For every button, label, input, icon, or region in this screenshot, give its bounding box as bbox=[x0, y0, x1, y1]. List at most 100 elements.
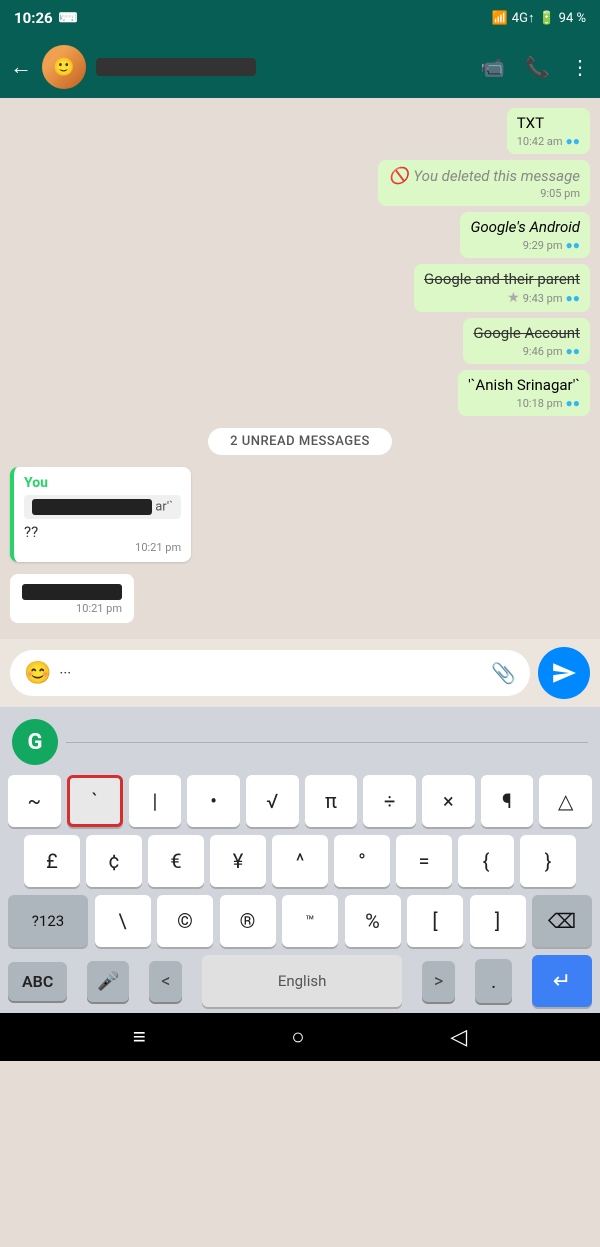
keyboard-row-3: ?123 \ © ® ™ % [ ] ⌫ bbox=[0, 891, 600, 951]
nav-circle-icon[interactable]: ○ bbox=[291, 1024, 304, 1050]
message-bubble[interactable]: TXT 10:42 am ●● bbox=[507, 108, 590, 154]
key-cent[interactable]: ¢ bbox=[86, 835, 142, 887]
message-bubble-deleted[interactable]: 🚫 You deleted this message 9:05 pm bbox=[378, 160, 590, 206]
key-mic[interactable]: 🎤 bbox=[87, 961, 129, 1002]
key-tilde[interactable]: ~ bbox=[8, 775, 61, 827]
key-para[interactable]: ¶ bbox=[481, 775, 534, 827]
read-ticks: ●● bbox=[566, 134, 581, 148]
phone-icon[interactable]: 📞 bbox=[525, 55, 550, 79]
redacted-message bbox=[22, 584, 122, 600]
message-input-text[interactable]: ··· bbox=[59, 664, 483, 682]
battery-percent: 94 % bbox=[559, 11, 586, 26]
top-bar-actions: 📹 📞 ⋮ bbox=[480, 55, 590, 79]
contact-name-block[interactable] bbox=[96, 58, 470, 76]
send-button[interactable] bbox=[538, 647, 590, 699]
nav-home-icon[interactable]: ≡ bbox=[133, 1024, 146, 1050]
message-text: TXT bbox=[517, 114, 544, 132]
key-rbrace[interactable]: } bbox=[520, 835, 576, 887]
unread-divider: 2 UNREAD MESSAGES bbox=[10, 428, 590, 455]
key-equals[interactable]: = bbox=[396, 835, 452, 887]
message-row: TXT 10:42 am ●● bbox=[10, 108, 590, 154]
message-time: 9:46 pm bbox=[523, 345, 563, 358]
key-pound[interactable]: £ bbox=[24, 835, 80, 887]
message-row: Google's Android 9:29 pm ●● bbox=[10, 212, 590, 258]
key-123[interactable]: ?123 bbox=[8, 895, 88, 947]
input-area: 😊 ··· 📎 bbox=[0, 639, 600, 707]
message-time: 10:42 am bbox=[517, 135, 563, 148]
chat-area: TXT 10:42 am ●● 🚫 You deleted this messa… bbox=[0, 98, 600, 639]
key-lbracket[interactable]: [ bbox=[407, 895, 463, 947]
more-options-icon[interactable]: ⋮ bbox=[570, 55, 590, 79]
key-enter[interactable]: ↵ bbox=[532, 955, 592, 1007]
nav-back-icon[interactable]: ◁ bbox=[450, 1025, 467, 1050]
reply-quoted-content: ar'` bbox=[24, 495, 181, 519]
message-bubble[interactable]: Google and their parent ★ 9:43 pm ●● bbox=[414, 264, 590, 312]
reply-time: 10:21 pm bbox=[135, 541, 181, 554]
key-registered[interactable]: ® bbox=[220, 895, 276, 947]
key-caret[interactable]: ^ bbox=[272, 835, 328, 887]
reply-author: You bbox=[24, 475, 181, 491]
back-button[interactable]: ← bbox=[10, 54, 32, 80]
key-triangle[interactable]: △ bbox=[539, 775, 592, 827]
message-row: 10:21 pm bbox=[10, 574, 590, 623]
key-times[interactable]: × bbox=[422, 775, 475, 827]
keyboard-divider bbox=[66, 742, 588, 743]
keyboard-row-1: ~ ` | • √ π ÷ × ¶ △ bbox=[0, 771, 600, 831]
message-bubble-redacted[interactable]: 10:21 pm bbox=[10, 574, 134, 623]
message-row: Google Account 9:46 pm ●● bbox=[10, 318, 590, 364]
nav-bar: ≡ ○ ◁ bbox=[0, 1013, 600, 1061]
key-period[interactable]: . bbox=[475, 959, 512, 1003]
key-abc[interactable]: ABC bbox=[8, 962, 67, 1001]
key-div[interactable]: ÷ bbox=[363, 775, 416, 827]
key-euro[interactable]: € bbox=[148, 835, 204, 887]
top-bar: ← 🙂 📹 📞 ⋮ bbox=[0, 36, 600, 98]
message-bubble[interactable]: Google's Android 9:29 pm ●● bbox=[460, 212, 590, 258]
message-text: Google Account bbox=[473, 324, 580, 342]
key-yen[interactable]: ¥ bbox=[210, 835, 266, 887]
emoji-button[interactable]: 😊 bbox=[24, 661, 51, 686]
status-bar: 10:26 ⌨ 📶 4G↑ 🔋 94 % bbox=[0, 0, 600, 36]
message-bubble[interactable]: '`Anish Srinagar'` 10:18 pm ●● bbox=[458, 370, 590, 416]
reply-message-text: ?? bbox=[24, 523, 181, 541]
key-pipe[interactable]: | bbox=[129, 775, 182, 827]
key-backtick[interactable]: ` bbox=[67, 775, 123, 827]
key-copyright[interactable]: © bbox=[157, 895, 213, 947]
key-spacebar[interactable]: English bbox=[202, 955, 402, 1007]
key-degree[interactable]: ° bbox=[334, 835, 390, 887]
message-text: Google and their parent bbox=[424, 270, 580, 288]
status-time: 10:26 ⌨ bbox=[14, 9, 77, 27]
grammarly-button[interactable]: G bbox=[12, 719, 58, 765]
read-ticks: ●● bbox=[566, 291, 581, 305]
avatar[interactable]: 🙂 bbox=[42, 45, 86, 89]
signal-icon: 📶 bbox=[492, 11, 508, 26]
key-sqrt[interactable]: √ bbox=[246, 775, 299, 827]
video-call-icon[interactable]: 📹 bbox=[480, 55, 505, 79]
contact-name-redacted bbox=[96, 58, 256, 76]
message-time: 9:29 pm bbox=[523, 239, 563, 252]
message-bubble[interactable]: Google Account 9:46 pm ●● bbox=[463, 318, 590, 364]
key-trademark[interactable]: ™ bbox=[282, 895, 338, 947]
star-icon: ★ bbox=[507, 290, 520, 306]
status-indicators: 📶 4G↑ 🔋 94 % bbox=[492, 10, 586, 26]
message-time: 9:05 pm bbox=[540, 187, 580, 200]
redacted-quoted-text bbox=[32, 499, 152, 515]
key-less-than[interactable]: < bbox=[149, 961, 182, 1002]
key-lbrace[interactable]: { bbox=[458, 835, 514, 887]
key-percent[interactable]: % bbox=[345, 895, 401, 947]
message-text: '`Anish Srinagar'` bbox=[468, 376, 580, 394]
key-greater-than[interactable]: > bbox=[422, 961, 455, 1002]
message-input-box[interactable]: 😊 ··· 📎 bbox=[10, 650, 530, 696]
key-backslash[interactable]: \ bbox=[95, 895, 151, 947]
attach-button[interactable]: 📎 bbox=[491, 661, 516, 685]
key-rbracket[interactable]: ] bbox=[470, 895, 526, 947]
message-row: 🚫 You deleted this message 9:05 pm bbox=[10, 160, 590, 206]
message-time: 9:43 pm bbox=[523, 292, 563, 305]
message-time: 10:21 pm bbox=[76, 602, 122, 615]
read-ticks: ●● bbox=[566, 344, 581, 358]
key-bullet[interactable]: • bbox=[187, 775, 240, 827]
key-pi[interactable]: π bbox=[305, 775, 358, 827]
keyboard-top-row: G bbox=[0, 715, 600, 771]
reply-message-bubble[interactable]: You ar'` ?? 10:21 pm bbox=[10, 467, 191, 562]
time-display: 10:26 bbox=[14, 9, 53, 27]
key-backspace[interactable]: ⌫ bbox=[532, 895, 592, 947]
